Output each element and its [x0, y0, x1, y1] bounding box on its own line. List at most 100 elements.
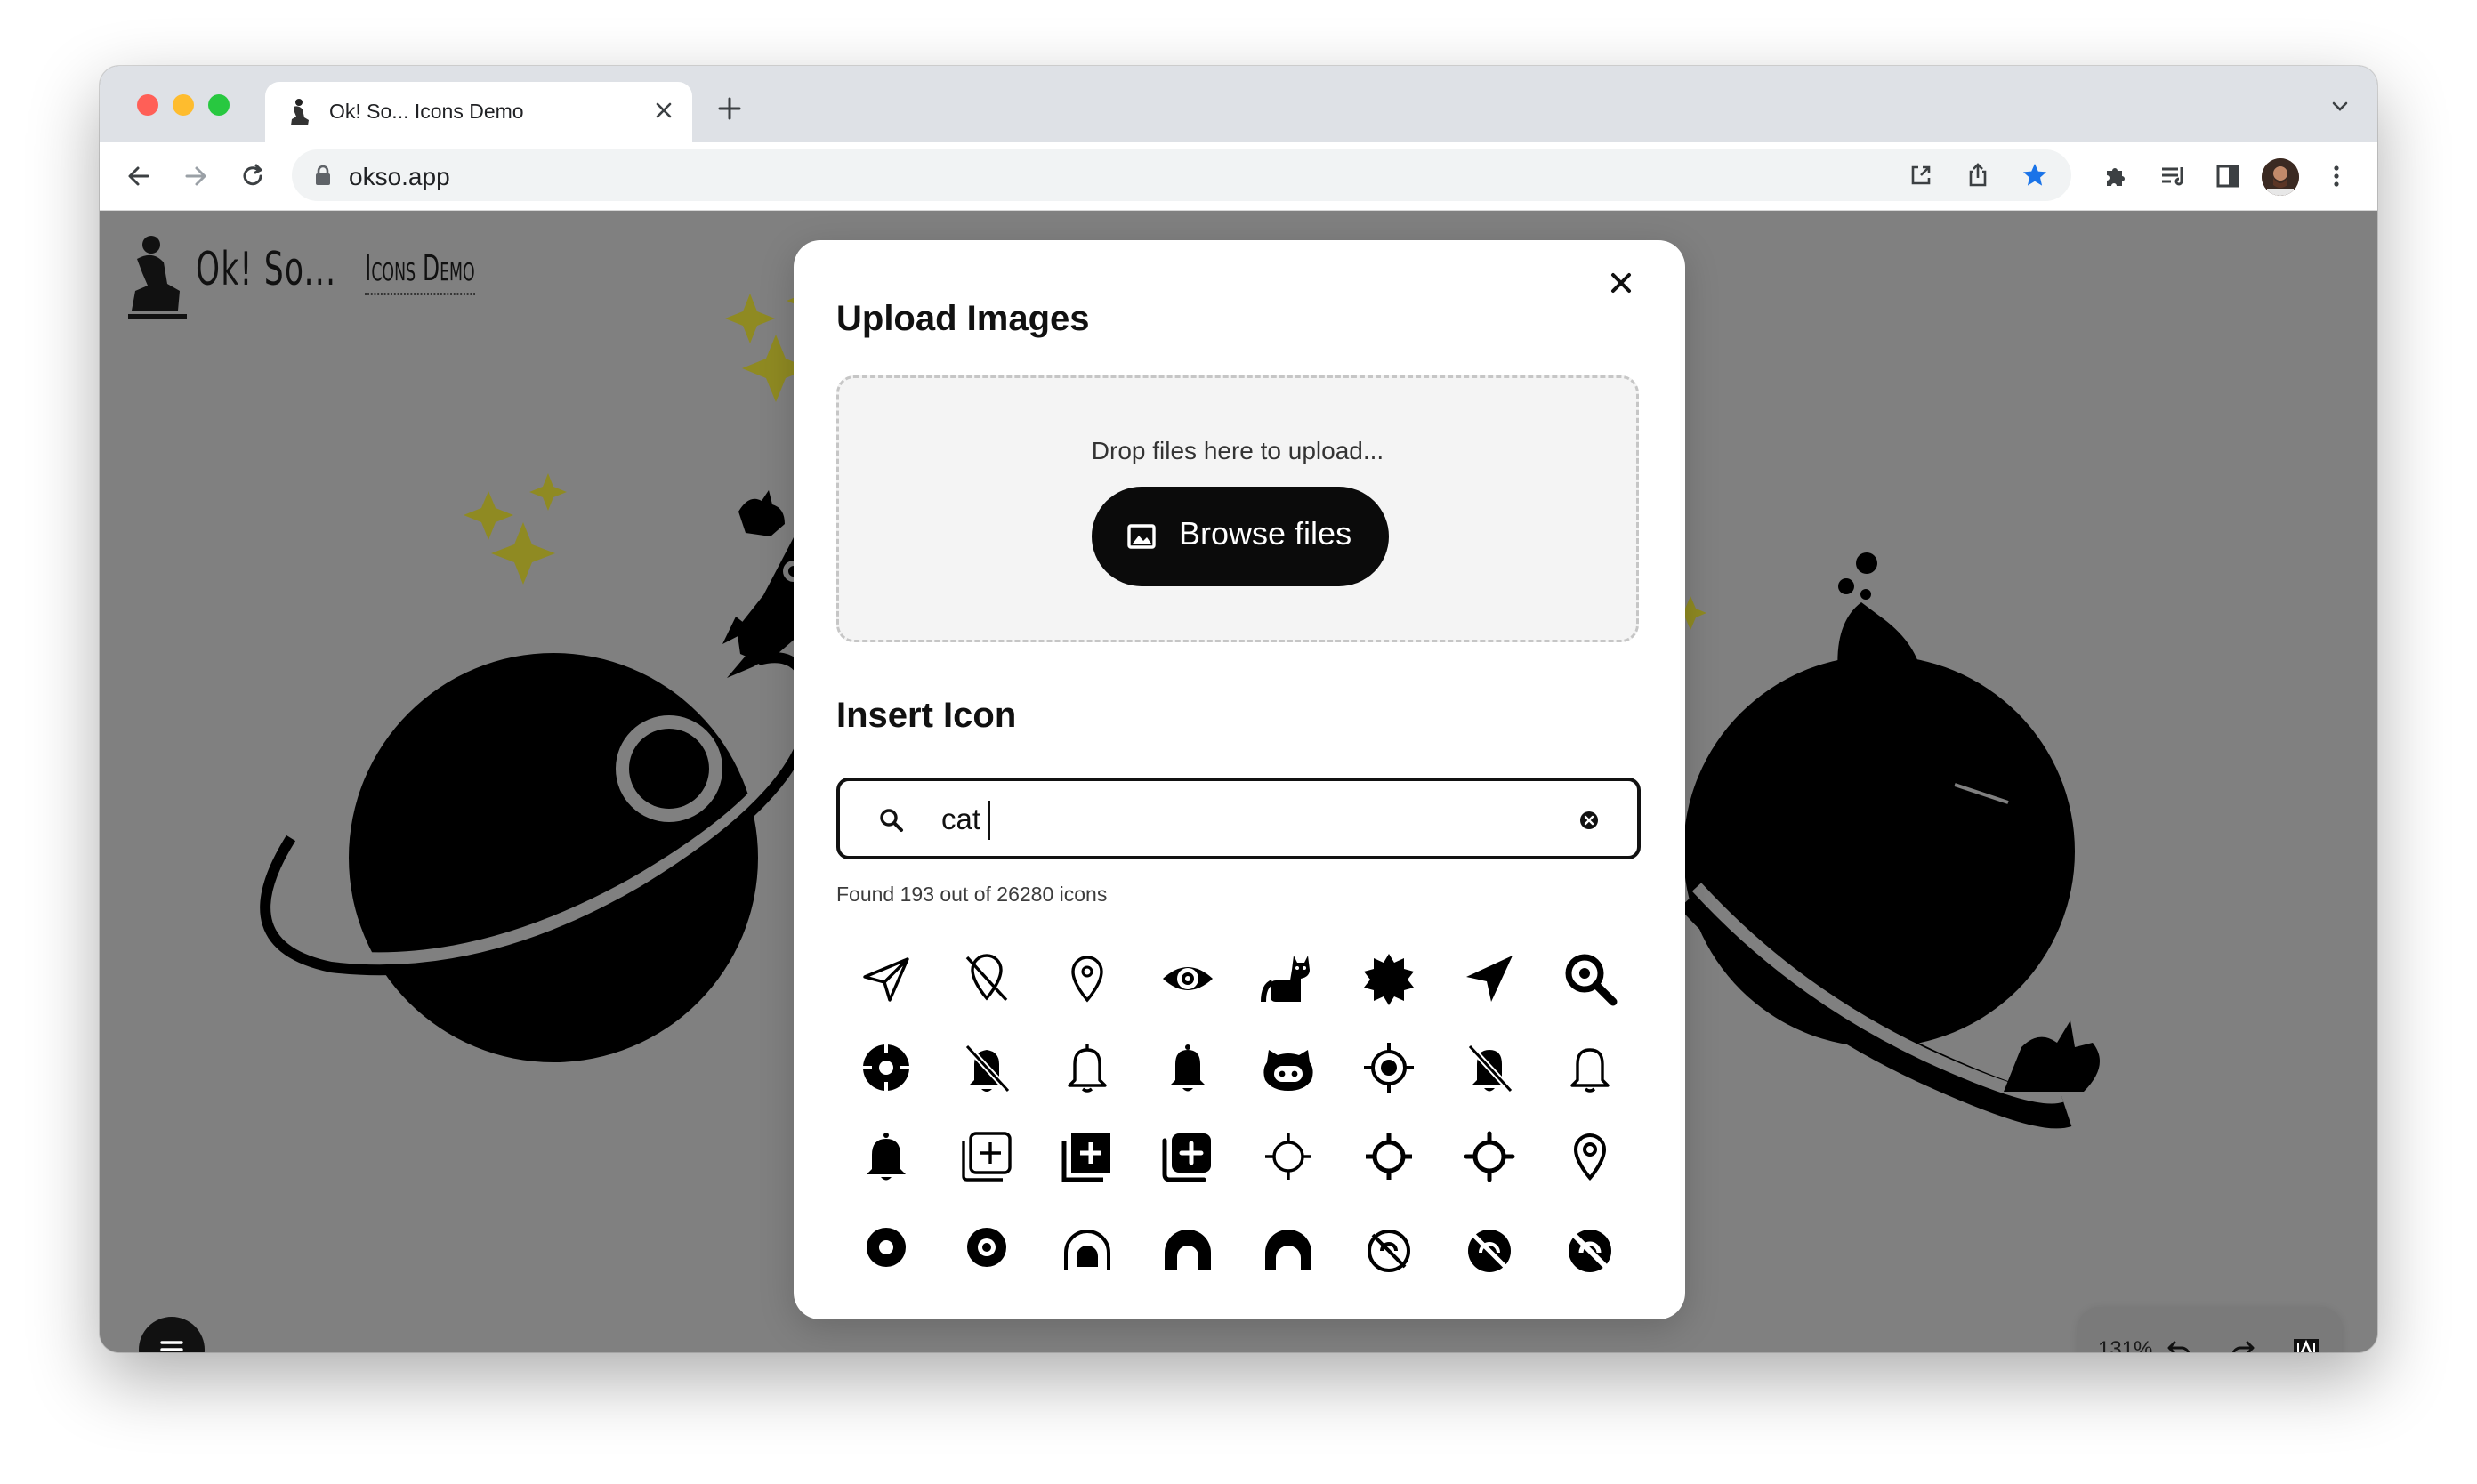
icon-option[interactable]	[937, 1018, 1037, 1117]
reload-icon[interactable]	[235, 158, 270, 194]
gps-fixed-icon	[1364, 1043, 1414, 1093]
icon-option[interactable]	[1037, 929, 1137, 1028]
icon-option[interactable]	[937, 929, 1037, 1028]
icon-option[interactable]	[1540, 1196, 1640, 1294]
icon-option[interactable]	[1138, 1018, 1238, 1117]
icon-option[interactable]	[1339, 1107, 1439, 1206]
notifications-off-icon	[964, 1044, 1011, 1093]
drop-hint-text: Drop files here to upload...	[1091, 437, 1384, 464]
location-off-icon	[965, 954, 1008, 1002]
icon-option[interactable]	[1138, 1107, 1238, 1206]
icon-option[interactable]	[1238, 929, 1338, 1028]
tab-search-chevron-icon[interactable]	[2328, 94, 2352, 119]
open-external-icon[interactable]	[1904, 158, 1938, 192]
upload-insert-dialog: Upload Images Drop files here to upload.…	[794, 240, 1685, 1319]
target-icon	[861, 1043, 911, 1093]
kebab-menu-icon[interactable]	[2319, 158, 2354, 194]
icon-option[interactable]	[1238, 1107, 1338, 1206]
icon-option[interactable]	[836, 1107, 936, 1206]
mute-off-icon	[1368, 1230, 1410, 1272]
icon-option[interactable]	[1138, 929, 1238, 1028]
mute-off-filled-icon	[1468, 1230, 1511, 1272]
mute-off-filled-icon	[1569, 1230, 1611, 1272]
browser-window: Ok! So... Icons Demo okso.app Ok! So... …	[100, 66, 2377, 1352]
add-to-photos-rounded-icon	[1162, 1133, 1211, 1182]
crosshair-icon	[1366, 1133, 1412, 1180]
icon-option[interactable]	[1037, 1018, 1137, 1117]
icon-option[interactable]	[1138, 1196, 1238, 1294]
bell-outline-icon	[1570, 1048, 1610, 1093]
minimize-window-button[interactable]	[173, 94, 194, 116]
library-add-icon	[1061, 1133, 1110, 1182]
icon-option[interactable]	[1339, 1018, 1439, 1117]
icon-option[interactable]	[1440, 929, 1539, 1028]
icon-option[interactable]	[937, 1196, 1037, 1294]
url-text[interactable]: okso.app	[349, 163, 450, 191]
drawing-canvas[interactable]: Ok! So... Icons Demo 131% Upload Images …	[100, 211, 2377, 1352]
bell-filled-icon	[867, 1133, 906, 1181]
icon-option[interactable]	[1037, 1196, 1137, 1294]
github-icon	[1263, 1050, 1313, 1091]
navigation-arrow-icon	[1466, 956, 1513, 1002]
location-disabled-icon	[967, 1228, 1006, 1267]
icon-option[interactable]	[1238, 1018, 1338, 1117]
shelter-icon	[1165, 1230, 1211, 1270]
address-bar[interactable]: okso.app	[292, 149, 2071, 201]
icon-option[interactable]	[1440, 1107, 1539, 1206]
extensions-icon[interactable]	[2098, 158, 2134, 194]
icon-option[interactable]	[836, 1018, 936, 1117]
icon-option[interactable]	[1238, 1196, 1338, 1294]
icon-search-field[interactable]	[836, 778, 1641, 859]
icon-option[interactable]	[1440, 1018, 1539, 1117]
zoom-window-button[interactable]	[208, 94, 230, 116]
bell-outline-icon	[1068, 1044, 1107, 1093]
eye-settings-icon	[1163, 967, 1213, 990]
close-tab-icon[interactable]	[648, 94, 680, 126]
icon-option[interactable]	[1540, 929, 1640, 1028]
cat-icon	[1261, 956, 1310, 1003]
upload-images-heading: Upload Images	[836, 299, 1090, 338]
icon-option[interactable]	[937, 1107, 1037, 1206]
share-icon[interactable]	[1961, 158, 1995, 192]
close-dialog-icon[interactable]	[1603, 265, 1639, 301]
back-icon[interactable]	[121, 158, 157, 194]
notifications-off-filled-icon	[1467, 1044, 1513, 1093]
icon-search-input[interactable]	[941, 799, 1546, 840]
tab-bar: Ok! So... Icons Demo	[100, 66, 2377, 142]
clear-search-icon[interactable]	[1577, 808, 1602, 833]
icon-option[interactable]	[1037, 1107, 1137, 1206]
close-window-button[interactable]	[137, 94, 158, 116]
forward-icon[interactable]	[178, 158, 214, 194]
text-caret	[988, 801, 990, 840]
icon-option[interactable]	[836, 929, 936, 1028]
modal-backdrop[interactable]: Upload Images Drop files here to upload.…	[100, 211, 2377, 1352]
icon-option[interactable]	[836, 1196, 936, 1294]
browse-files-button[interactable]: Browse files	[1092, 487, 1389, 586]
shelter-icon	[1064, 1230, 1110, 1270]
crosshair-icon	[1265, 1133, 1311, 1180]
search-icon	[880, 809, 903, 832]
icon-option[interactable]	[1339, 929, 1439, 1028]
insert-icon-heading: Insert Icon	[836, 696, 1017, 735]
file-dropzone[interactable]: Drop files here to upload... Browse file…	[836, 375, 1639, 642]
browse-files-label: Browse files	[1179, 515, 1352, 552]
location-pin-icon	[1573, 1133, 1607, 1182]
crosshair-icon	[1464, 1131, 1515, 1182]
thinker-favicon-icon	[291, 99, 309, 125]
icon-option[interactable]	[1540, 1107, 1640, 1206]
new-tab-icon[interactable]	[714, 93, 746, 125]
shelter-icon	[1265, 1230, 1311, 1270]
add-to-photos-outline-icon	[962, 1132, 1012, 1182]
browser-tab[interactable]: Ok! So... Icons Demo	[265, 82, 692, 142]
reading-list-icon[interactable]	[2155, 158, 2191, 194]
image-icon	[1127, 524, 1156, 549]
starburst-icon	[1364, 954, 1414, 1005]
lock-icon[interactable]	[313, 164, 333, 187]
icon-option[interactable]	[1540, 1018, 1640, 1117]
icon-option[interactable]	[1339, 1196, 1439, 1294]
send-icon	[863, 957, 909, 1002]
side-panel-icon[interactable]	[2210, 158, 2246, 194]
icon-option[interactable]	[1440, 1196, 1539, 1294]
profile-avatar[interactable]	[2262, 158, 2299, 196]
bookmark-star-icon[interactable]	[2018, 158, 2052, 192]
